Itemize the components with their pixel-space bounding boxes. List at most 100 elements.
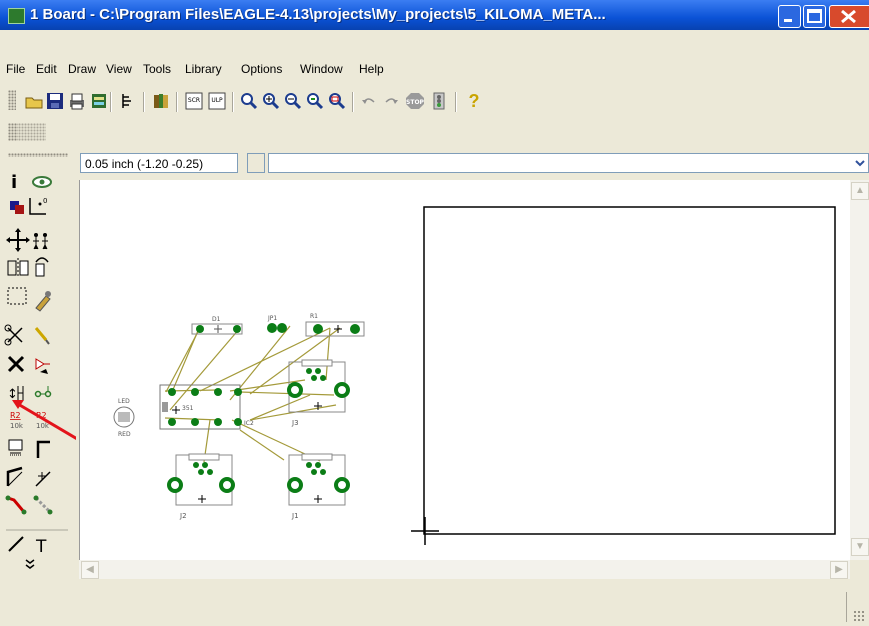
menu-help[interactable]: Help — [359, 62, 384, 76]
crosshair-cursor — [411, 517, 439, 545]
part-r1[interactable]: R1 — [305, 313, 365, 337]
svg-text:R1: R1 — [310, 313, 318, 320]
minimize-button[interactable] — [778, 5, 801, 28]
script-icon[interactable]: SCR — [185, 92, 203, 110]
library-icon[interactable] — [152, 92, 170, 110]
menu-draw[interactable]: Draw — [68, 62, 96, 76]
menu-tools[interactable]: Tools — [143, 62, 171, 76]
gateswap-icon[interactable] — [34, 386, 52, 398]
chevron-down-icon[interactable] — [851, 154, 869, 172]
toolbar2-grip[interactable] — [8, 123, 18, 141]
svg-text:ULP: ULP — [211, 97, 223, 104]
zoom-fit-icon[interactable] — [240, 92, 258, 110]
menu-options[interactable]: Options — [241, 62, 282, 76]
menu-library[interactable]: Library — [185, 62, 222, 76]
grid-toolbar[interactable] — [18, 123, 46, 141]
ulp-icon[interactable]: ULP — [208, 92, 226, 110]
paste-icon[interactable] — [34, 327, 50, 345]
info-icon[interactable]: i — [11, 172, 17, 193]
pinswap-icon[interactable]: ↕ — [7, 386, 24, 402]
menu-view[interactable]: View — [106, 62, 132, 76]
part-led[interactable]: LED RED — [113, 398, 135, 438]
part-j3[interactable]: J3 — [287, 359, 350, 427]
scroll-left-icon[interactable]: ◀ — [81, 561, 99, 579]
rotate-icon[interactable] — [35, 257, 49, 277]
menu-window[interactable]: Window — [300, 62, 343, 76]
smash-icon[interactable] — [36, 440, 50, 458]
wire-icon[interactable] — [8, 536, 24, 552]
copy-icon[interactable] — [33, 233, 48, 250]
value-icon[interactable] — [8, 439, 23, 456]
svg-text:T: T — [35, 537, 47, 557]
zoom-redraw-icon[interactable] — [306, 92, 324, 110]
coordinate-display: 0.05 inch (-1.20 -0.25) — [80, 153, 238, 173]
menu-file[interactable]: File — [6, 62, 25, 76]
more-icon[interactable] — [25, 559, 35, 569]
svg-text:SCR: SCR — [188, 97, 200, 104]
mark-icon[interactable]: 0 — [29, 197, 47, 215]
part-ic2[interactable]: 351 IC2 — [159, 384, 254, 430]
scroll-down-icon[interactable]: ▼ — [851, 538, 869, 556]
print-icon[interactable] — [68, 92, 86, 110]
save-icon[interactable] — [46, 92, 64, 110]
horizontal-scrollbar[interactable]: ◀ ▶ — [79, 560, 850, 579]
schematic-icon[interactable] — [118, 92, 136, 110]
menu-edit[interactable]: Edit — [36, 62, 57, 76]
main-toolbar: SCR ULP STOP ? — [0, 84, 869, 116]
redo-icon[interactable] — [382, 92, 400, 110]
toolbar-grip[interactable] — [8, 90, 16, 110]
cut-icon[interactable] — [4, 324, 23, 346]
display-icon[interactable] — [10, 201, 24, 214]
text-icon[interactable]: T — [35, 537, 47, 557]
part-j2[interactable]: J2 — [167, 453, 235, 520]
cam-icon[interactable] — [90, 92, 108, 110]
split-icon[interactable] — [35, 471, 51, 487]
change-icon[interactable] — [35, 291, 51, 312]
maximize-button[interactable] — [803, 5, 826, 28]
help-icon[interactable]: ? — [465, 92, 483, 110]
route-icon[interactable] — [5, 495, 27, 515]
zoom-out-icon[interactable] — [284, 92, 302, 110]
svg-text:D1: D1 — [212, 316, 221, 323]
add-icon[interactable] — [35, 358, 50, 374]
minimize-icon — [784, 19, 792, 22]
zoom-in-icon[interactable] — [262, 92, 280, 110]
menu-bar: File Edit Draw View Tools Library Option… — [0, 58, 869, 82]
delete-icon[interactable] — [7, 355, 25, 373]
command-input[interactable] — [268, 153, 869, 173]
part-jp1[interactable]: JP1 — [267, 315, 287, 333]
svg-text:J2: J2 — [179, 512, 187, 520]
ripup-icon[interactable] — [33, 495, 53, 515]
replace-icon[interactable]: R210k — [10, 411, 24, 430]
svg-text:10k: 10k — [10, 422, 24, 430]
app-icon — [8, 8, 25, 24]
status-bar — [0, 582, 869, 626]
part-j1[interactable]: J1 — [287, 453, 350, 520]
scroll-up-icon[interactable]: ▲ — [851, 182, 869, 200]
svg-text:R2: R2 — [10, 411, 21, 420]
airwires — [164, 325, 341, 463]
scroll-right-icon[interactable]: ▶ — [830, 561, 848, 579]
move-icon[interactable] — [6, 228, 30, 252]
stop-icon[interactable]: STOP — [405, 92, 425, 110]
svg-text:STOP: STOP — [406, 99, 425, 106]
open-icon[interactable] — [25, 92, 43, 110]
command-bar-button[interactable] — [247, 153, 265, 173]
zoom-select-icon[interactable] — [328, 92, 346, 110]
undo-icon[interactable] — [360, 92, 378, 110]
group-icon[interactable] — [7, 287, 27, 305]
close-icon — [841, 9, 856, 24]
svg-text:IC2: IC2 — [244, 420, 254, 427]
title-bar[interactable]: 1 Board - C:\Program Files\EAGLE-4.13\pr… — [0, 0, 869, 30]
vertical-scrollbar[interactable]: ▲ ▼ — [850, 180, 869, 560]
close-button[interactable] — [829, 5, 869, 28]
mirror-icon[interactable] — [7, 258, 29, 278]
miter-icon[interactable] — [6, 466, 23, 487]
board-outline — [423, 206, 836, 535]
board-canvas[interactable]: D1 JP1 R1 LED RED 351 IC2 J3 J2 J1 — [79, 180, 851, 560]
resize-grip[interactable] — [853, 610, 865, 622]
svg-text:351: 351 — [182, 405, 194, 412]
go-icon[interactable] — [430, 92, 448, 110]
show-icon[interactable] — [32, 176, 52, 188]
part-d1[interactable]: D1 — [191, 316, 243, 335]
